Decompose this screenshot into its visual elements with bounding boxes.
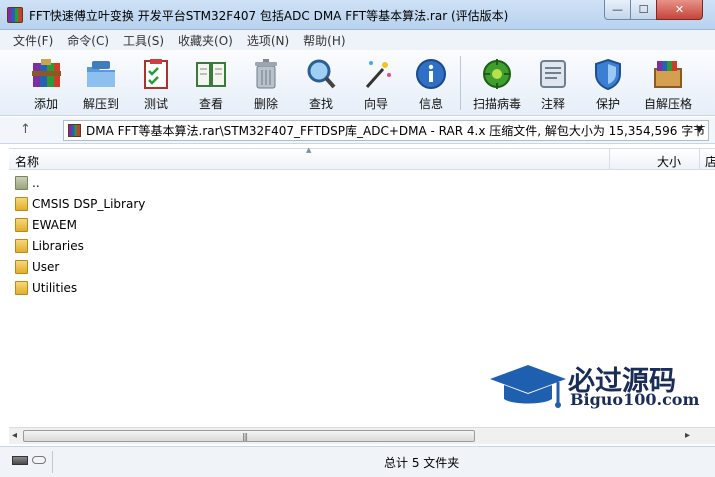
up-one-level-button[interactable]: ↑ bbox=[20, 122, 31, 137]
list-item[interactable]: CMSIS DSP_Library bbox=[9, 193, 609, 214]
list-item-name: .. bbox=[32, 175, 40, 190]
graduation-cap-icon bbox=[490, 365, 566, 408]
wizard-label: 向导 bbox=[363, 97, 388, 111]
list-item[interactable]: Utilities bbox=[9, 277, 609, 298]
folder-icon bbox=[15, 259, 28, 274]
view-button[interactable]: 查看 bbox=[184, 54, 238, 112]
toolbar-separator bbox=[460, 56, 461, 110]
key-icon[interactable] bbox=[32, 456, 46, 464]
status-bar: 总计 5 文件夹 bbox=[0, 446, 715, 477]
find-label: 查找 bbox=[308, 97, 333, 111]
chevron-down-icon[interactable]: ▼ bbox=[696, 125, 703, 135]
find-magnifier-icon bbox=[307, 59, 336, 89]
type-column-area bbox=[703, 171, 715, 426]
horizontal-scrollbar[interactable]: ◂ ||| ▸ bbox=[9, 427, 715, 444]
folder-icon bbox=[15, 196, 28, 211]
status-summary: 总计 5 文件夹 bbox=[384, 456, 460, 470]
archive-icon bbox=[68, 124, 81, 137]
trash-icon bbox=[255, 59, 277, 89]
title-bar: FFT快速傅立叶变换 开发平台STM32F407 包括ADC DMA FFT等基… bbox=[0, 0, 715, 30]
menu-favorites[interactable]: 收藏夹(O) bbox=[171, 32, 240, 49]
watermark-url: Biguo100.com bbox=[570, 390, 700, 409]
sfx-button[interactable]: 自解压格 bbox=[640, 54, 696, 112]
virus-scan-icon bbox=[483, 59, 511, 89]
info-label: 信息 bbox=[418, 97, 443, 111]
sfx-box-icon bbox=[654, 61, 682, 88]
comment-button[interactable]: 注释 bbox=[526, 54, 580, 112]
watermark: 必过源码 Biguo100.com bbox=[488, 357, 700, 417]
extract-to-button[interactable]: 解压到 bbox=[74, 54, 128, 112]
parent-folder-icon bbox=[15, 175, 28, 190]
add-button[interactable]: 添加 bbox=[19, 54, 73, 112]
shield-icon bbox=[595, 58, 621, 91]
list-item[interactable]: .. bbox=[9, 172, 609, 193]
maximize-button[interactable]: ☐ bbox=[630, 0, 657, 20]
sort-ascending-icon: ▲ bbox=[306, 146, 312, 154]
address-path-text: DMA FFT等基本算法.rar\STM32F407_FFTDSP库_ADC+D… bbox=[86, 124, 706, 138]
folder-icon bbox=[15, 280, 28, 295]
column-header-type[interactable]: 店 bbox=[705, 153, 715, 170]
protect-label: 保护 bbox=[595, 97, 620, 111]
virus-scan-button[interactable]: 扫描病毒 bbox=[468, 54, 526, 112]
virus-scan-label: 扫描病毒 bbox=[472, 97, 521, 111]
delete-label: 删除 bbox=[253, 97, 278, 111]
add-archive-icon bbox=[32, 59, 61, 87]
folder-icon bbox=[15, 238, 28, 253]
column-divider[interactable] bbox=[609, 149, 610, 170]
wizard-wand-icon bbox=[365, 61, 391, 88]
info-icon bbox=[416, 59, 446, 89]
delete-button[interactable]: 删除 bbox=[239, 54, 293, 112]
list-item[interactable]: User bbox=[9, 256, 609, 277]
list-item-name: User bbox=[32, 259, 60, 274]
winrar-app-icon bbox=[7, 7, 23, 23]
grip-icon: ||| bbox=[242, 432, 248, 441]
menu-help[interactable]: 帮助(H) bbox=[296, 32, 352, 49]
drive-icon[interactable] bbox=[12, 456, 28, 465]
view-book-icon bbox=[196, 62, 226, 87]
scroll-left-icon[interactable]: ◂ bbox=[12, 430, 17, 441]
minimize-button[interactable]: — bbox=[604, 0, 631, 20]
list-item-name: EWAEM bbox=[32, 217, 77, 232]
protect-button[interactable]: 保护 bbox=[581, 54, 635, 112]
sfx-label: 自解压格 bbox=[643, 97, 692, 111]
extract-to-label: 解压到 bbox=[82, 97, 119, 111]
extract-folder-icon bbox=[87, 61, 115, 87]
list-item[interactable]: EWAEM bbox=[9, 214, 609, 235]
test-button[interactable]: 测试 bbox=[129, 54, 183, 112]
status-divider bbox=[52, 451, 53, 473]
view-label: 查看 bbox=[198, 97, 223, 111]
comment-icon bbox=[540, 60, 566, 88]
address-bar: ↑ DMA FFT等基本算法.rar\STM32F407_FFTDSP库_ADC… bbox=[0, 117, 715, 144]
menu-bar: 文件(F) 命令(C) 工具(S) 收藏夹(O) 选项(N) 帮助(H) bbox=[0, 30, 715, 50]
info-button[interactable]: 信息 bbox=[404, 54, 458, 112]
close-button[interactable]: ✕ bbox=[656, 0, 703, 20]
menu-options[interactable]: 选项(N) bbox=[240, 32, 296, 49]
window-title: FFT快速傅立叶变换 开发平台STM32F407 包括ADC DMA FFT等基… bbox=[29, 9, 509, 23]
address-path-field[interactable]: DMA FFT等基本算法.rar\STM32F407_FFTDSP库_ADC+D… bbox=[63, 120, 709, 141]
column-divider[interactable] bbox=[699, 149, 700, 170]
test-label: 测试 bbox=[143, 97, 168, 111]
folder-icon bbox=[15, 217, 28, 232]
file-list-header: 名称 ▲ 大小 店 bbox=[9, 146, 715, 170]
test-checklist-icon bbox=[144, 59, 168, 89]
scroll-right-icon[interactable]: ▸ bbox=[685, 430, 690, 441]
menu-file[interactable]: 文件(F) bbox=[6, 32, 60, 49]
find-button[interactable]: 查找 bbox=[294, 54, 348, 112]
column-header-name[interactable]: 名称 bbox=[15, 153, 39, 170]
menu-commands[interactable]: 命令(C) bbox=[60, 32, 116, 49]
column-header-size[interactable]: 大小 bbox=[657, 153, 681, 170]
menu-tools[interactable]: 工具(S) bbox=[116, 32, 171, 49]
scrollbar-thumb[interactable]: ||| bbox=[23, 430, 475, 442]
wizard-button[interactable]: 向导 bbox=[349, 54, 403, 112]
list-item[interactable]: Libraries bbox=[9, 235, 609, 256]
list-item-name: Utilities bbox=[32, 280, 78, 295]
list-item-name: Libraries bbox=[32, 238, 84, 253]
comment-label: 注释 bbox=[540, 97, 565, 111]
add-label: 添加 bbox=[33, 97, 58, 111]
list-item-name: CMSIS DSP_Library bbox=[32, 196, 146, 211]
toolbar: 添加 解压到 测试 查看 删除 查找 向导 信息 扫描病毒 注释 保护 自解压格 bbox=[0, 50, 715, 116]
